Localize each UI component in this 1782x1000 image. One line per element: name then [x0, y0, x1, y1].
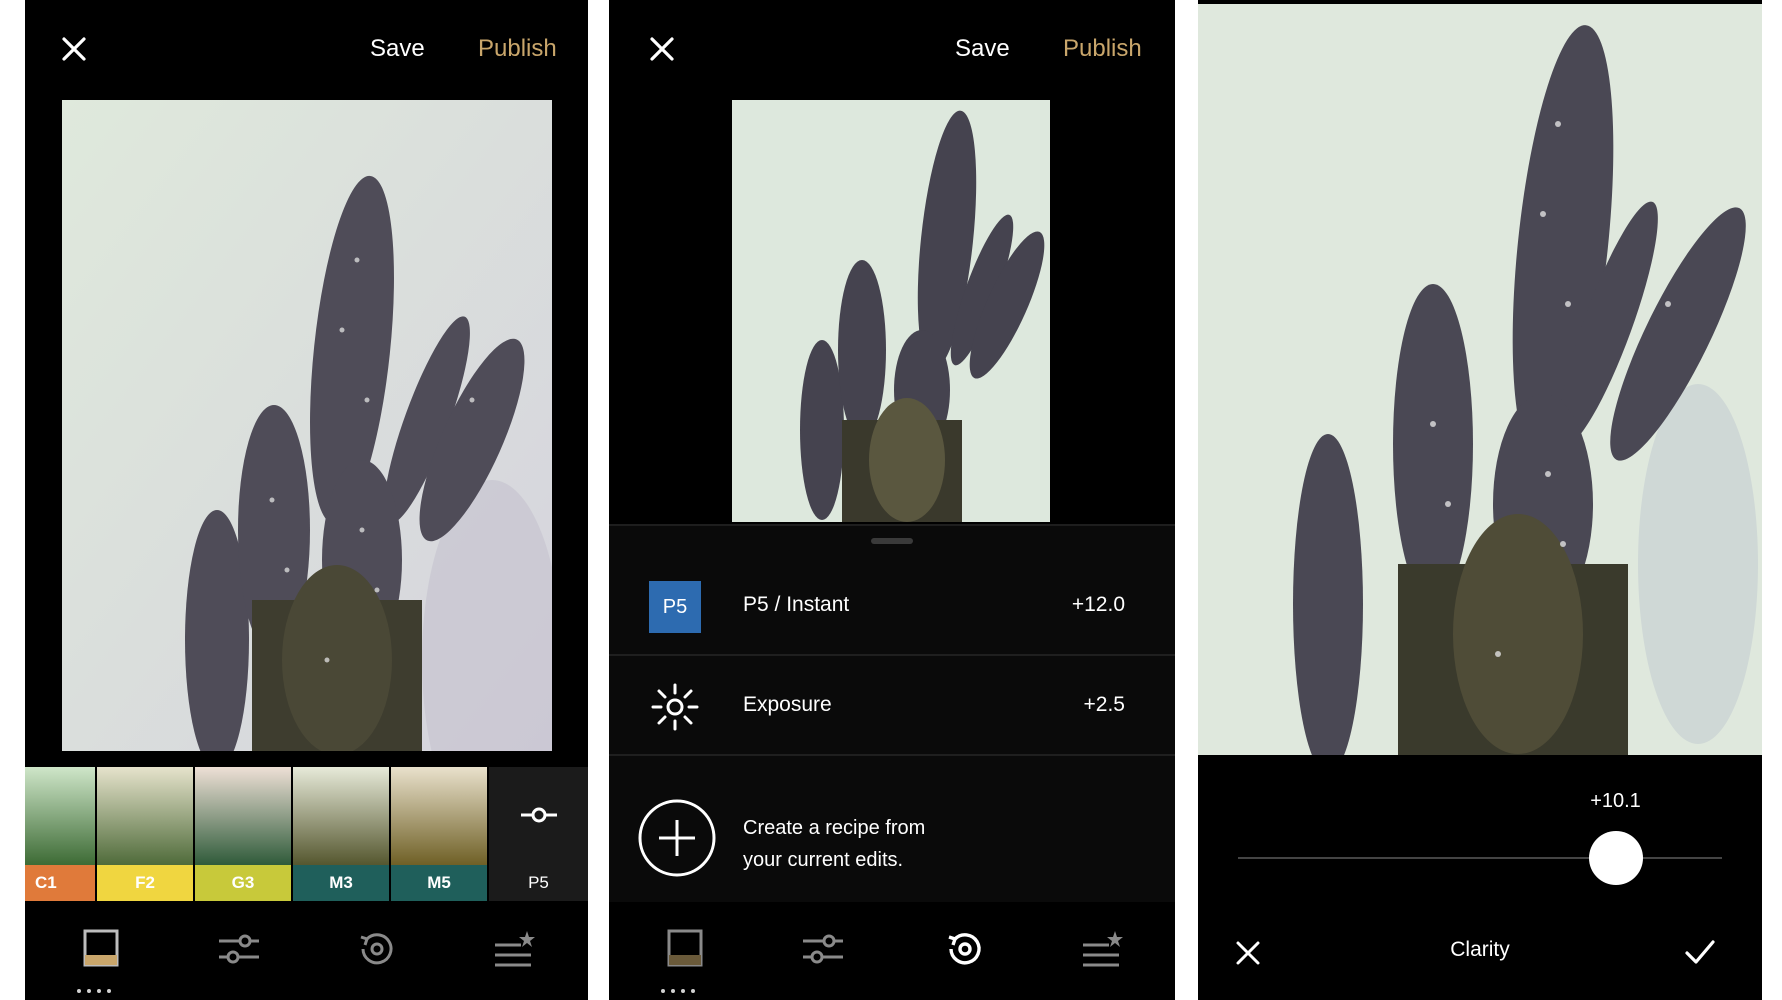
clarity-slider-track[interactable] — [1238, 857, 1722, 859]
recipes-icon[interactable] — [491, 925, 539, 973]
add-recipe-icon[interactable] — [637, 798, 717, 878]
edit-value: +2.5 — [1083, 693, 1125, 716]
slider-adjust-icon[interactable] — [519, 805, 559, 825]
filter-label: F2 — [97, 865, 193, 901]
filter-thumb-m3[interactable]: M3 — [293, 767, 391, 901]
preset-badge: P5 — [649, 581, 701, 633]
filter-preview — [97, 767, 193, 865]
editor-screen-history: Save Publish P5 P5 / Instant +12.0 Expos… — [609, 0, 1175, 1000]
presets-icon[interactable] — [77, 925, 125, 973]
slider-value: +10.1 — [1590, 790, 1641, 812]
close-icon[interactable] — [646, 33, 678, 65]
editor-screen-presets: Save Publish C1 F2 G3 M3 M5 P5 — [25, 0, 588, 1000]
filter-thumb-f2[interactable]: F2 — [97, 767, 195, 901]
bottom-nav — [25, 903, 588, 1000]
clarity-slider-knob[interactable] — [1588, 831, 1643, 885]
publish-button[interactable]: Publish — [1063, 33, 1142, 65]
edit-row-preset[interactable]: P5 P5 / Instant +12.0 — [609, 556, 1175, 656]
history-icon[interactable] — [941, 925, 989, 973]
filter-label: P5 — [528, 873, 549, 892]
recipes-icon[interactable] — [1079, 925, 1127, 973]
filter-preview — [391, 767, 487, 865]
save-button[interactable]: Save — [955, 33, 1010, 65]
filter-label: G3 — [195, 865, 291, 901]
photo-preview — [732, 100, 1050, 522]
confirm-check-icon[interactable] — [1684, 938, 1716, 966]
create-recipe-text[interactable]: Create a recipe from your current edits. — [743, 812, 925, 876]
exposure-icon — [651, 683, 699, 731]
filter-preview — [293, 767, 389, 865]
edit-label: P5 / Instant — [743, 593, 850, 616]
editor-screen-clarity: +10.1 Clarity — [1198, 0, 1762, 1000]
bottom-nav — [609, 903, 1175, 1000]
edit-row-exposure[interactable]: Exposure +2.5 — [609, 656, 1175, 756]
filter-label: M3 — [293, 865, 389, 901]
photo-preview — [62, 100, 552, 751]
filter-thumb-g3[interactable]: G3 — [195, 767, 293, 901]
filter-label: M5 — [391, 865, 487, 901]
close-icon[interactable] — [58, 33, 90, 65]
publish-button[interactable]: Publish — [478, 33, 557, 65]
adjust-icon[interactable] — [799, 925, 847, 973]
history-icon[interactable] — [353, 925, 401, 973]
presets-icon[interactable] — [661, 925, 709, 973]
page-dots — [77, 980, 117, 993]
save-button[interactable]: Save — [370, 33, 425, 65]
recipe-text-line2: your current edits. — [743, 849, 904, 871]
filter-thumb-c1[interactable]: C1 — [25, 767, 97, 901]
adjust-icon[interactable] — [215, 925, 263, 973]
edit-value: +12.0 — [1071, 593, 1125, 616]
tool-name: Clarity — [1450, 938, 1510, 961]
photo-preview — [1198, 4, 1762, 755]
filter-preview — [195, 767, 291, 865]
drag-handle[interactable] — [871, 538, 913, 544]
filter-strip: C1 F2 G3 M3 M5 P5 — [25, 767, 588, 901]
filter-preview — [25, 767, 95, 865]
edit-label: Exposure — [743, 693, 832, 716]
page-dots — [661, 980, 701, 993]
filter-thumb-p5-selected[interactable]: P5 — [489, 767, 588, 901]
recipe-text-line1: Create a recipe from — [743, 817, 926, 839]
filter-label: C1 — [25, 865, 95, 901]
filter-thumb-m5[interactable]: M5 — [391, 767, 489, 901]
